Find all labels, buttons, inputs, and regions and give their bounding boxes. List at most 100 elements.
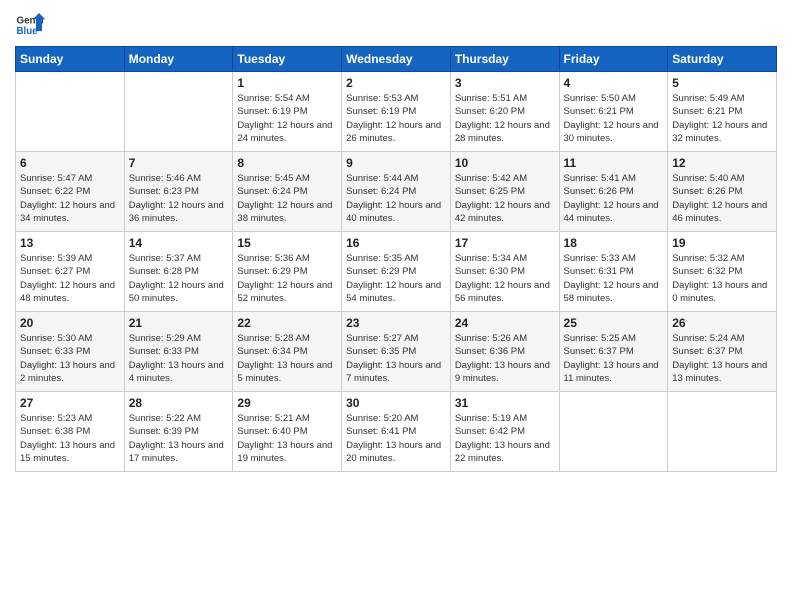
day-cell: 27 Sunrise: 5:23 AM Sunset: 6:38 PM Dayli… [16,392,125,472]
day-number: 24 [455,316,555,330]
day-info: Sunrise: 5:27 AM Sunset: 6:35 PM Dayligh… [346,332,446,385]
day-number: 4 [564,76,664,90]
day-number: 6 [20,156,120,170]
day-cell: 26 Sunrise: 5:24 AM Sunset: 6:37 PM Dayli… [668,312,777,392]
day-info: Sunrise: 5:22 AM Sunset: 6:39 PM Dayligh… [129,412,229,465]
day-number: 9 [346,156,446,170]
day-cell: 14 Sunrise: 5:37 AM Sunset: 6:28 PM Dayli… [124,232,233,312]
week-row-1: 1 Sunrise: 5:54 AM Sunset: 6:19 PM Daylig… [16,72,777,152]
day-cell: 13 Sunrise: 5:39 AM Sunset: 6:27 PM Dayli… [16,232,125,312]
day-info: Sunrise: 5:30 AM Sunset: 6:33 PM Dayligh… [20,332,120,385]
day-header-tuesday: Tuesday [233,47,342,72]
day-info: Sunrise: 5:42 AM Sunset: 6:25 PM Dayligh… [455,172,555,225]
day-cell: 19Sunrise: 5:32 AM Sunset: 6:32 PM Dayli… [668,232,777,312]
day-info: Sunrise: 5:37 AM Sunset: 6:28 PM Dayligh… [129,252,229,305]
day-info: Sunrise: 5:45 AM Sunset: 6:24 PM Dayligh… [237,172,337,225]
day-info: Sunrise: 5:54 AM Sunset: 6:19 PM Dayligh… [237,92,337,145]
day-cell: 11Sunrise: 5:41 AM Sunset: 6:26 PM Dayli… [559,152,668,232]
day-cell: 29 Sunrise: 5:21 AM Sunset: 6:40 PM Dayli… [233,392,342,472]
day-info: Sunrise: 5:25 AM Sunset: 6:37 PM Dayligh… [564,332,664,385]
day-info: Sunrise: 5:33 AM Sunset: 6:31 PM Dayligh… [564,252,664,305]
day-info: Sunrise: 5:26 AM Sunset: 6:36 PM Dayligh… [455,332,555,385]
day-number: 8 [237,156,337,170]
day-number: 7 [129,156,229,170]
day-cell: 7 Sunrise: 5:46 AM Sunset: 6:23 PM Daylig… [124,152,233,232]
week-row-5: 27 Sunrise: 5:23 AM Sunset: 6:38 PM Dayli… [16,392,777,472]
day-info: Sunrise: 5:24 AM Sunset: 6:37 PM Dayligh… [672,332,772,385]
day-number: 27 [20,396,120,410]
day-number: 1 [237,76,337,90]
day-number: 15 [237,236,337,250]
day-cell: 10 Sunrise: 5:42 AM Sunset: 6:25 PM Dayli… [450,152,559,232]
day-cell: 9 Sunrise: 5:44 AM Sunset: 6:24 PM Daylig… [342,152,451,232]
calendar-table: SundayMondayTuesdayWednesdayThursdayFrid… [15,46,777,472]
day-cell: 18 Sunrise: 5:33 AM Sunset: 6:31 PM Dayli… [559,232,668,312]
day-header-friday: Friday [559,47,668,72]
day-number: 14 [129,236,229,250]
day-header-saturday: Saturday [668,47,777,72]
day-cell: 30Sunrise: 5:20 AM Sunset: 6:41 PM Dayli… [342,392,451,472]
day-info: Sunrise: 5:34 AM Sunset: 6:30 PM Dayligh… [455,252,555,305]
day-cell [16,72,125,152]
day-info: Sunrise: 5:19 AM Sunset: 6:42 PM Dayligh… [455,412,555,465]
day-cell: 3Sunrise: 5:51 AM Sunset: 6:20 PM Daylig… [450,72,559,152]
day-number: 19 [672,236,772,250]
day-number: 10 [455,156,555,170]
day-cell: 12Sunrise: 5:40 AM Sunset: 6:26 PM Dayli… [668,152,777,232]
day-number: 5 [672,76,772,90]
day-info: Sunrise: 5:39 AM Sunset: 6:27 PM Dayligh… [20,252,120,305]
logo-icon: General Blue [15,10,45,40]
day-number: 17 [455,236,555,250]
day-info: Sunrise: 5:29 AM Sunset: 6:33 PM Dayligh… [129,332,229,385]
day-number: 21 [129,316,229,330]
day-number: 29 [237,396,337,410]
day-info: Sunrise: 5:23 AM Sunset: 6:38 PM Dayligh… [20,412,120,465]
day-cell: 25Sunrise: 5:25 AM Sunset: 6:37 PM Dayli… [559,312,668,392]
day-cell: 16 Sunrise: 5:35 AM Sunset: 6:29 PM Dayli… [342,232,451,312]
day-header-sunday: Sunday [16,47,125,72]
day-cell: 5 Sunrise: 5:49 AM Sunset: 6:21 PM Daylig… [668,72,777,152]
day-number: 18 [564,236,664,250]
week-row-4: 20 Sunrise: 5:30 AM Sunset: 6:33 PM Dayli… [16,312,777,392]
day-info: Sunrise: 5:53 AM Sunset: 6:19 PM Dayligh… [346,92,446,145]
day-number: 20 [20,316,120,330]
day-number: 3 [455,76,555,90]
day-cell: 23Sunrise: 5:27 AM Sunset: 6:35 PM Dayli… [342,312,451,392]
day-number: 2 [346,76,446,90]
day-cell: 6 Sunrise: 5:47 AM Sunset: 6:22 PM Daylig… [16,152,125,232]
day-cell: 17 Sunrise: 5:34 AM Sunset: 6:30 PM Dayli… [450,232,559,312]
day-info: Sunrise: 5:49 AM Sunset: 6:21 PM Dayligh… [672,92,772,145]
day-info: Sunrise: 5:21 AM Sunset: 6:40 PM Dayligh… [237,412,337,465]
day-cell: 4 Sunrise: 5:50 AM Sunset: 6:21 PM Daylig… [559,72,668,152]
header-row: SundayMondayTuesdayWednesdayThursdayFrid… [16,47,777,72]
day-info: Sunrise: 5:35 AM Sunset: 6:29 PM Dayligh… [346,252,446,305]
day-info: Sunrise: 5:47 AM Sunset: 6:22 PM Dayligh… [20,172,120,225]
svg-text:Blue: Blue [17,26,39,37]
day-info: Sunrise: 5:36 AM Sunset: 6:29 PM Dayligh… [237,252,337,305]
day-info: Sunrise: 5:40 AM Sunset: 6:26 PM Dayligh… [672,172,772,225]
day-info: Sunrise: 5:50 AM Sunset: 6:21 PM Dayligh… [564,92,664,145]
day-info: Sunrise: 5:44 AM Sunset: 6:24 PM Dayligh… [346,172,446,225]
day-cell: 2 Sunrise: 5:53 AM Sunset: 6:19 PM Daylig… [342,72,451,152]
day-cell: 21 Sunrise: 5:29 AM Sunset: 6:33 PM Dayli… [124,312,233,392]
day-cell [559,392,668,472]
day-header-thursday: Thursday [450,47,559,72]
day-number: 31 [455,396,555,410]
day-number: 11 [564,156,664,170]
day-cell [668,392,777,472]
day-cell: 8 Sunrise: 5:45 AM Sunset: 6:24 PM Daylig… [233,152,342,232]
day-number: 26 [672,316,772,330]
page-header: General Blue [15,10,777,40]
day-number: 13 [20,236,120,250]
day-cell: 20 Sunrise: 5:30 AM Sunset: 6:33 PM Dayli… [16,312,125,392]
day-number: 16 [346,236,446,250]
day-info: Sunrise: 5:28 AM Sunset: 6:34 PM Dayligh… [237,332,337,385]
day-number: 30 [346,396,446,410]
day-header-monday: Monday [124,47,233,72]
week-row-3: 13 Sunrise: 5:39 AM Sunset: 6:27 PM Dayli… [16,232,777,312]
logo: General Blue [15,10,45,40]
day-cell: 28 Sunrise: 5:22 AM Sunset: 6:39 PM Dayli… [124,392,233,472]
day-number: 28 [129,396,229,410]
day-info: Sunrise: 5:46 AM Sunset: 6:23 PM Dayligh… [129,172,229,225]
day-cell: 15 Sunrise: 5:36 AM Sunset: 6:29 PM Dayli… [233,232,342,312]
